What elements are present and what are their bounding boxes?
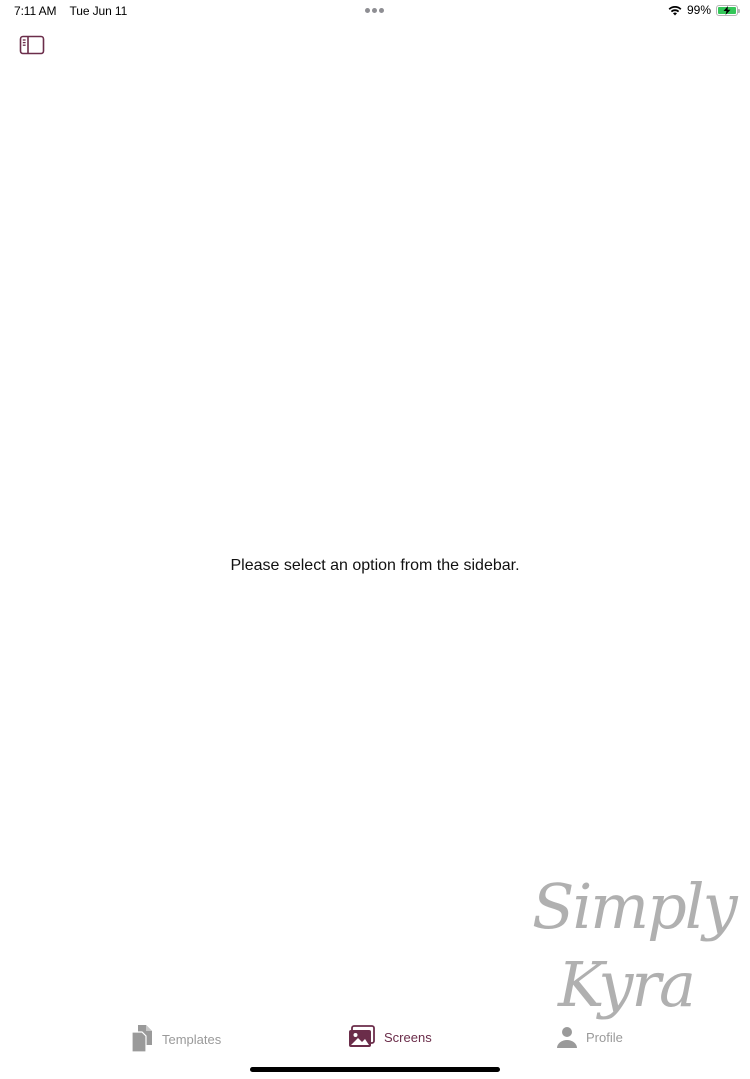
tab-screens-label: Screens xyxy=(384,1029,432,1045)
battery-percent: 99% xyxy=(686,3,711,17)
status-time: 7:11 AM xyxy=(14,4,57,18)
tab-bar: Templates Screens Profile xyxy=(0,1019,750,1079)
battery-icon xyxy=(716,4,740,16)
tab-templates[interactable]: Templates xyxy=(130,1025,221,1053)
status-bar: 7:11 AM Tue Jun 11 99% xyxy=(0,0,750,24)
watermark-line1: Simply xyxy=(532,870,738,943)
status-date: Tue Jun 11 xyxy=(69,4,128,18)
person-icon xyxy=(557,1027,577,1048)
sidebar-toggle-button[interactable] xyxy=(19,35,45,55)
home-indicator[interactable] xyxy=(250,1067,500,1072)
multitasking-dots[interactable] xyxy=(365,8,384,13)
sidebar-left-icon xyxy=(19,35,45,55)
charging-bolt-icon xyxy=(723,5,731,15)
watermark-line2: Kyra xyxy=(558,948,696,1021)
tab-profile-label: Profile xyxy=(586,1029,623,1045)
tab-profile[interactable]: Profile xyxy=(556,1025,623,1049)
tab-screens[interactable]: Screens xyxy=(348,1025,432,1049)
status-time-date: 7:11 AM Tue Jun 11 xyxy=(14,4,137,18)
tab-templates-label: Templates xyxy=(162,1031,222,1047)
empty-state-message: Please select an option from the sidebar… xyxy=(230,557,520,574)
wifi-icon xyxy=(668,5,682,15)
status-indicators: 99% xyxy=(668,3,740,17)
photos-icon xyxy=(349,1025,375,1047)
documents-icon xyxy=(131,1025,152,1053)
